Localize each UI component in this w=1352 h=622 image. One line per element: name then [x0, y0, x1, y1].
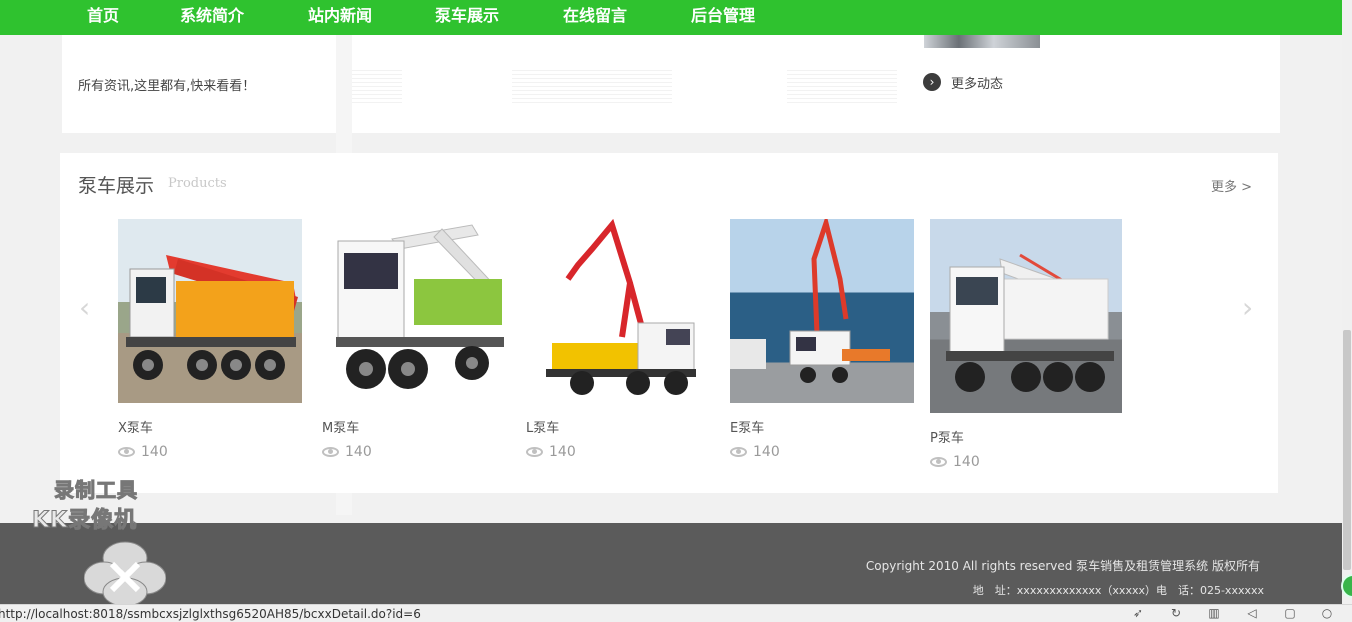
section-title: 泵车展示: [78, 175, 155, 197]
chevron-right-circle-icon: ›: [923, 73, 941, 91]
product-card[interactable]: L泵车 140: [526, 219, 710, 460]
scrollbar-thumb[interactable]: [1343, 330, 1351, 570]
rocket-icon[interactable]: ➶: [1131, 607, 1145, 620]
chevron-left-icon[interactable]: ‹: [79, 294, 90, 322]
product-image[interactable]: [526, 219, 710, 403]
view-count-value: 140: [953, 454, 980, 470]
view-count-value: 140: [345, 444, 372, 460]
product-name[interactable]: L泵车: [526, 417, 710, 436]
nav-item-message[interactable]: 在线留言: [563, 5, 627, 27]
product-card[interactable]: X泵车 140: [118, 219, 302, 460]
eye-icon: [930, 457, 947, 467]
news-description: 所有资讯,这里都有,快来看看！: [78, 79, 256, 94]
footer-copyright: Copyright 2010 All rights reserved 泵车销售及…: [865, 559, 1260, 573]
eye-icon: [322, 447, 339, 457]
divider-stripe: [787, 70, 897, 104]
browser-status-bar: http://localhost:8018/ssmbcxsjzlglxthsg6…: [0, 604, 1352, 622]
trash-icon[interactable]: ▥: [1207, 607, 1221, 620]
more-products-link[interactable]: 更多 >: [1211, 176, 1252, 195]
view-count: 140: [526, 444, 710, 460]
view-count-value: 140: [549, 444, 576, 460]
more-news-link[interactable]: › 更多动态: [923, 73, 1004, 92]
nav-item-news[interactable]: 站内新闻: [308, 5, 372, 27]
speaker-icon[interactable]: ◁: [1245, 607, 1259, 620]
watermark-line1: 录制工具: [54, 478, 138, 503]
view-count: 140: [930, 454, 1122, 470]
nav-item-admin[interactable]: 后台管理: [691, 5, 755, 27]
product-image[interactable]: [930, 219, 1122, 413]
footer-address: 地 址：xxxxxxxxxxxxx（xxxxx）电 话：025-xxxxxx: [972, 584, 1264, 597]
eye-icon: [526, 447, 543, 457]
product-card[interactable]: M泵车 140: [322, 219, 506, 460]
top-nav-bar: 首页 系统简介 站内新闻 泵车展示 在线留言 后台管理: [0, 0, 1342, 35]
view-count: 140: [322, 444, 506, 460]
news-section: 所有资讯,这里都有,快来看看！ › 更多动态: [62, 35, 1280, 133]
product-card[interactable]: P泵车 140: [930, 219, 1122, 470]
eye-icon: [730, 447, 747, 457]
nav-item-home[interactable]: 首页: [87, 5, 119, 27]
watermark-line2: KK录像机: [31, 508, 138, 534]
view-count-value: 140: [753, 444, 780, 460]
view-count: 140: [730, 444, 914, 460]
more-news-label: 更多动态: [951, 76, 1004, 92]
product-card[interactable]: E泵车 140: [730, 219, 914, 460]
truck-illustration: [336, 224, 504, 389]
product-image[interactable]: [118, 219, 302, 403]
status-url: http://localhost:8018/ssmbcxsjzlglxthsg6…: [0, 607, 421, 621]
nav-item-products[interactable]: 泵车展示: [435, 5, 499, 27]
truck-illustration: [946, 253, 1114, 392]
refresh-icon[interactable]: ↻: [1169, 607, 1183, 620]
window-icon[interactable]: ▢: [1283, 607, 1297, 620]
product-name[interactable]: E泵车: [730, 417, 914, 436]
product-name[interactable]: P泵车: [930, 427, 1122, 446]
product-name[interactable]: X泵车: [118, 417, 302, 436]
news-thumbnail[interactable]: [924, 35, 1040, 48]
view-count: 140: [118, 444, 302, 460]
truck-illustration: [546, 219, 696, 395]
search-icon[interactable]: ○: [1320, 607, 1334, 620]
view-count-value: 140: [141, 444, 168, 460]
product-image[interactable]: [322, 219, 506, 403]
truck-illustration: [126, 255, 298, 380]
recorder-logo-icon: [84, 541, 166, 606]
footer: Copyright 2010 All rights reserved 泵车销售及…: [0, 523, 1342, 604]
divider-stripe: [352, 70, 402, 104]
chevron-right-icon[interactable]: ›: [1242, 294, 1253, 322]
nav-item-about[interactable]: 系统简介: [180, 5, 244, 27]
vertical-scrollbar[interactable]: [1342, 0, 1352, 604]
truck-illustration: [730, 219, 890, 383]
eye-icon: [118, 447, 135, 457]
product-image[interactable]: [730, 219, 914, 403]
product-name[interactable]: M泵车: [322, 417, 506, 436]
divider-stripe: [512, 70, 672, 104]
section-subtitle: Products: [168, 176, 227, 191]
